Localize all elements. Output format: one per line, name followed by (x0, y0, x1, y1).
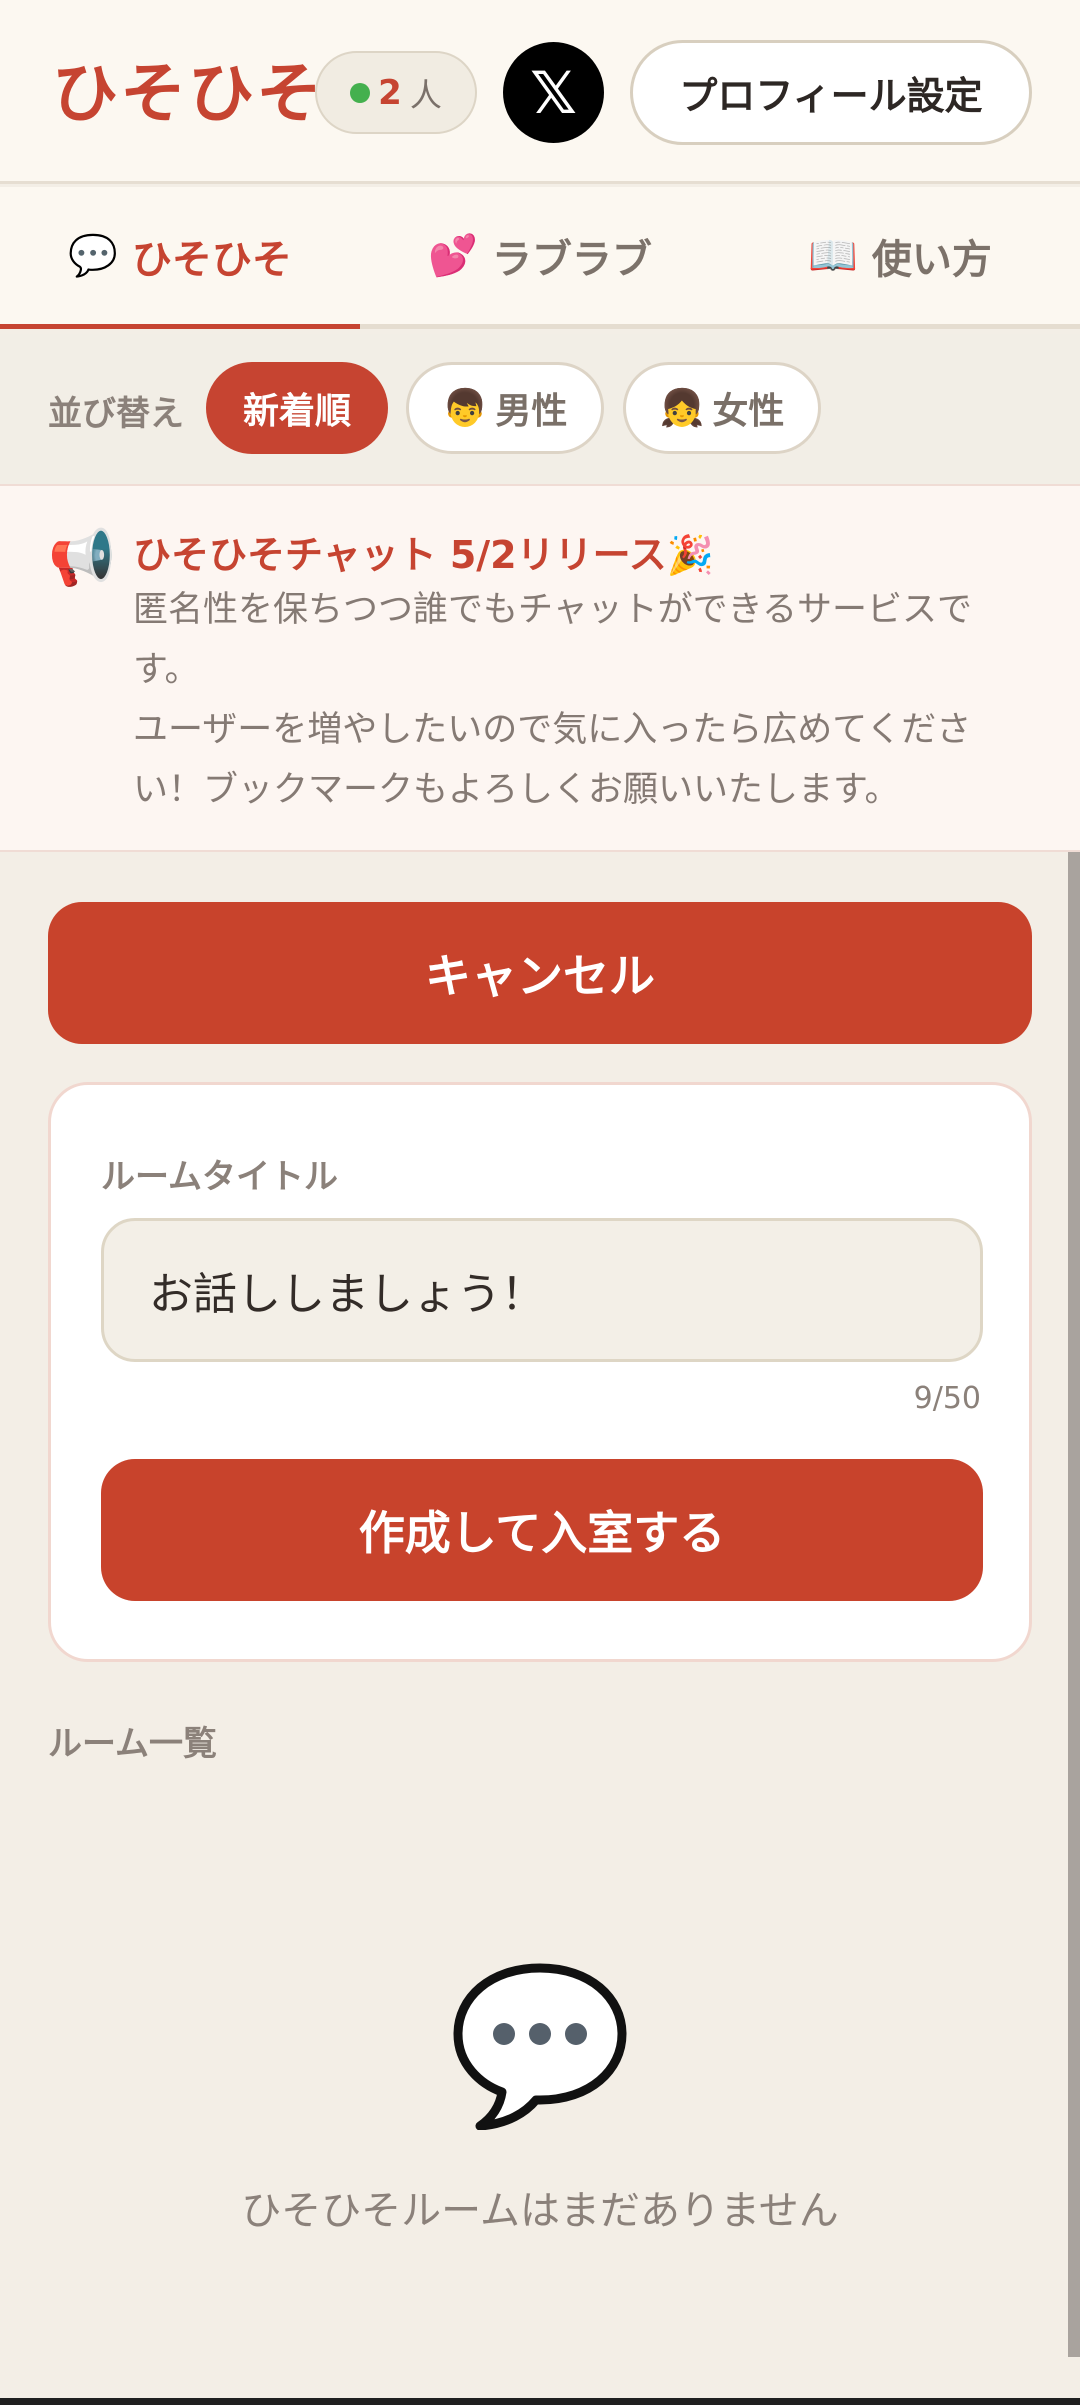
tab-loveslove[interactable]: 💕 ラブラブ (360, 187, 720, 324)
boy-icon: 👦 (442, 388, 488, 429)
speech-bubble-icon: 💬 (68, 233, 118, 279)
sort-newest-chip[interactable]: 新着順 (206, 362, 388, 454)
online-unit: 人 (409, 75, 442, 114)
tab-label: ひそひそ (131, 236, 292, 283)
tab-how-to-use[interactable]: 📖 使い方 (720, 187, 1080, 324)
chip-label: 男性 (495, 391, 568, 432)
announcement-line: 匿名性を保ちつつ誰でもチャットができるサービスです。 (133, 590, 972, 690)
girl-icon: 👧 (659, 388, 705, 429)
sort-male-chip[interactable]: 👦 男性 (406, 362, 604, 454)
x-logo-icon: 𝕏 (530, 58, 577, 127)
profile-settings-button[interactable]: プロフィール設定 (630, 40, 1032, 145)
app-logo[interactable]: ひそひそ (52, 48, 324, 140)
empty-chat-bubble-icon (453, 1963, 627, 2130)
x-share-button[interactable]: 𝕏 (503, 42, 604, 143)
announcement-title: ひそひそチャット 5/2リリース🎉 (133, 533, 715, 577)
online-count: 2 (378, 72, 402, 113)
scrollbar[interactable] (1068, 852, 1080, 2357)
sort-label: 並び替え (48, 394, 184, 434)
online-status-icon (350, 82, 371, 103)
megaphone-icon: 📢 (48, 526, 116, 589)
two-hearts-icon: 💕 (428, 233, 478, 279)
app-header: ひそひそ 2 人 𝕏 プロフィール設定 (0, 0, 1080, 184)
char-counter: 9/50 (913, 1381, 981, 1416)
open-book-icon: 📖 (808, 233, 858, 279)
empty-rooms-message: ひそひそルームはまだありません (241, 2188, 839, 2234)
create-and-enter-button[interactable]: 作成して入室する (101, 1459, 983, 1601)
room-title-input[interactable] (101, 1218, 983, 1362)
create-room-card: ルームタイトル 9/50 作成して入室する (48, 1082, 1032, 1662)
tab-hisohiso[interactable]: 💬 ひそひそ (0, 187, 360, 329)
main-tabs: 💬 ひそひそ 💕 ラブラブ 📖 使い方 (0, 187, 1080, 329)
announcement-line: ユーザーを増やしたいので気に入ったら広めてください！ブックマークもよろしくお願い… (133, 710, 972, 810)
sort-bar: 並び替え 新着順 👦 男性 👧 女性 (0, 334, 1080, 484)
announcement-banner: 📢 ひそひそチャット 5/2リリース🎉 匿名性を保ちつつ誰でもチャットができるサ… (0, 484, 1080, 852)
system-nav-bar (0, 2398, 1080, 2405)
online-users-badge: 2 人 (315, 51, 477, 134)
cancel-button[interactable]: キャンセル (48, 902, 1032, 1044)
tab-label: 使い方 (871, 236, 992, 283)
sort-female-chip[interactable]: 👧 女性 (623, 362, 821, 454)
chip-label: 女性 (712, 391, 785, 432)
chip-label: 新着順 (242, 391, 351, 432)
tab-label: ラブラブ (491, 236, 652, 283)
room-list-heading: ルーム一覧 (48, 1724, 217, 1764)
room-title-label: ルームタイトル (101, 1157, 338, 1197)
announcement-body: 匿名性を保ちつつ誰でもチャットができるサービスです。 ユーザーを増やしたいので気… (133, 580, 1013, 820)
